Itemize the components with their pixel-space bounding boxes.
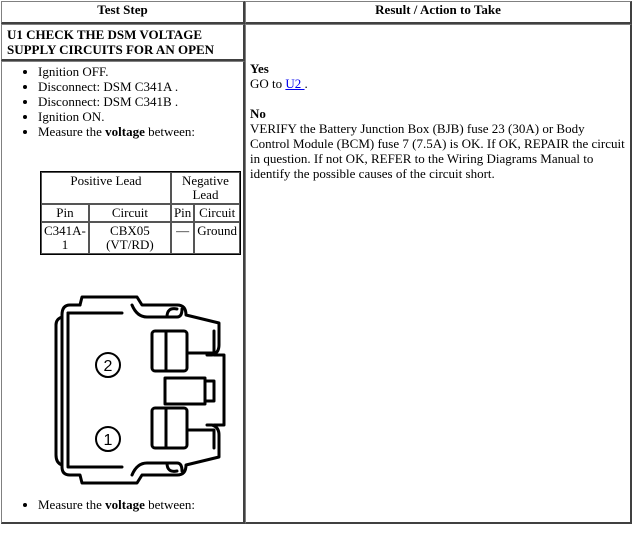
yes-label: Yes: [250, 61, 269, 76]
measure-bold: voltage: [105, 497, 145, 512]
measure-bold: voltage: [105, 124, 145, 139]
pin-2-label: 2: [95, 352, 121, 378]
pos-circuit-header: Circuit: [88, 204, 171, 222]
no-label: No: [250, 106, 266, 121]
step-body-cell: Ignition OFF. Disconnect: DSM C341A . Di…: [1, 61, 245, 524]
measure-prefix: Measure the: [38, 124, 106, 139]
neg-circuit-value: Ground: [194, 222, 240, 254]
diagnostic-table: Test Step Result / Action to Take U1 CHE…: [1, 1, 632, 524]
instruction-item: Ignition OFF.: [38, 64, 241, 79]
step-title-cell: U1 CHECK THE DSM VOLTAGE SUPPLY CIRCUITS…: [1, 24, 245, 61]
lead-table: Positive Lead Negative Lead Pin Circuit …: [40, 171, 241, 255]
result-cell: Yes GO to U2 . No VERIFY the Battery Jun…: [245, 24, 632, 524]
connector-diagram: 2 1: [54, 295, 226, 485]
svg-text:1: 1: [104, 432, 113, 449]
measure-prefix: Measure the: [38, 497, 106, 512]
yes-text: GO to: [250, 76, 286, 91]
header-result: Result / Action to Take: [245, 1, 632, 24]
pos-pin-value: C341A-1: [41, 222, 89, 254]
pos-pin-header: Pin: [41, 204, 89, 222]
no-action: VERIFY the Battery Junction Box (BJB) fu…: [250, 121, 625, 181]
neg-circuit-header: Circuit: [194, 204, 240, 222]
instruction-item: Measure the voltage between:: [38, 124, 241, 139]
yes-action: GO to U2 .: [250, 76, 626, 91]
neg-pin-header: Pin: [170, 204, 195, 222]
instruction-item: Disconnect: DSM C341A .: [38, 79, 241, 94]
svg-text:2: 2: [104, 358, 113, 375]
pin-1-label: 1: [95, 426, 121, 452]
instruction-item: Ignition ON.: [38, 109, 241, 124]
measure-suffix: between:: [144, 124, 196, 139]
positive-lead-header: Positive Lead: [41, 172, 171, 204]
instruction-item: Measure the voltage between:: [38, 497, 241, 512]
step-title: U1 CHECK THE DSM VOLTAGE SUPPLY CIRCUITS…: [7, 27, 215, 57]
negative-lead-header: Negative Lead: [170, 172, 240, 204]
neg-pin-value: —: [170, 222, 195, 254]
pos-circuit-value: CBX05 (VT/RD): [88, 222, 171, 254]
instruction-item: Disconnect: DSM C341B .: [38, 94, 241, 109]
header-test-step: Test Step: [1, 1, 245, 24]
table-row: C341A-1 CBX05 (VT/RD) — Ground: [41, 222, 240, 254]
measure-suffix: between:: [144, 497, 196, 512]
step-instructions-2: Measure the voltage between:: [4, 497, 241, 512]
u2-link[interactable]: U2: [285, 76, 304, 91]
yes-suffix: .: [304, 76, 308, 91]
step-instructions: Ignition OFF. Disconnect: DSM C341A . Di…: [4, 64, 241, 139]
